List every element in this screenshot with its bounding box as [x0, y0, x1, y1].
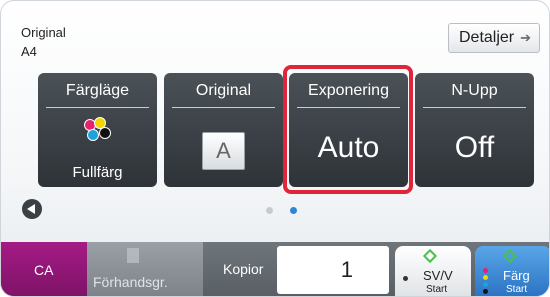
- mono-dot-icon: [403, 276, 408, 281]
- preview-button[interactable]: Förhandsgr.: [87, 242, 203, 296]
- page-indicator-inactive: [266, 207, 273, 214]
- original-info: Original A4: [21, 23, 66, 61]
- tile-divider: [423, 107, 526, 108]
- color-start-sub: Start: [506, 284, 528, 295]
- color-start-button[interactable]: Färg Start: [475, 246, 549, 296]
- tile-title: N-Upp: [451, 82, 498, 99]
- copies-value: 1: [340, 257, 353, 282]
- details-button[interactable]: Detaljer ➔: [448, 23, 540, 53]
- preview-label: Förhandsgr.: [93, 274, 168, 290]
- preview-icon: [127, 248, 139, 263]
- mono-start-button[interactable]: SV/V Start: [395, 246, 471, 296]
- color-start-label: Färg: [503, 268, 530, 283]
- tile-divider: [46, 107, 149, 108]
- document-icon: A: [202, 132, 245, 170]
- selection-highlight: [283, 65, 413, 194]
- details-label: Detaljer: [459, 29, 515, 46]
- clear-all-button[interactable]: CA: [1, 242, 87, 296]
- page-indicator-active: [290, 207, 297, 214]
- start-diamond-icon: [502, 248, 518, 264]
- copies-label: Kopior: [223, 261, 264, 277]
- mono-start-sub: Start: [426, 284, 448, 295]
- scroll-left-icon[interactable]: [22, 199, 42, 219]
- tile-color-mode[interactable]: Färgläge Fullfärg: [38, 73, 157, 187]
- paper-size: A4: [21, 44, 37, 59]
- action-bar: CA Förhandsgr. Kopior 1 SV/V Start Färg …: [1, 242, 549, 296]
- tile-original[interactable]: Original A: [164, 73, 283, 187]
- tile-n-up[interactable]: N-Upp Off: [415, 73, 534, 187]
- tile-value: Off: [454, 131, 495, 164]
- mono-start-label: SV/V: [423, 268, 453, 283]
- arrow-right-icon: ➔: [520, 30, 531, 45]
- tile-title: Original: [195, 82, 252, 99]
- ca-label: CA: [34, 262, 54, 278]
- copy-screen: Original A4 Detaljer ➔ Färgläge Fullfärg…: [0, 0, 550, 297]
- original-label: Original: [21, 25, 66, 40]
- copies-input[interactable]: 1: [277, 246, 389, 294]
- tile-divider: [172, 107, 275, 108]
- start-diamond-icon: [422, 248, 438, 264]
- tile-title: Färgläge: [65, 82, 130, 99]
- tile-value: Fullfärg: [72, 164, 123, 181]
